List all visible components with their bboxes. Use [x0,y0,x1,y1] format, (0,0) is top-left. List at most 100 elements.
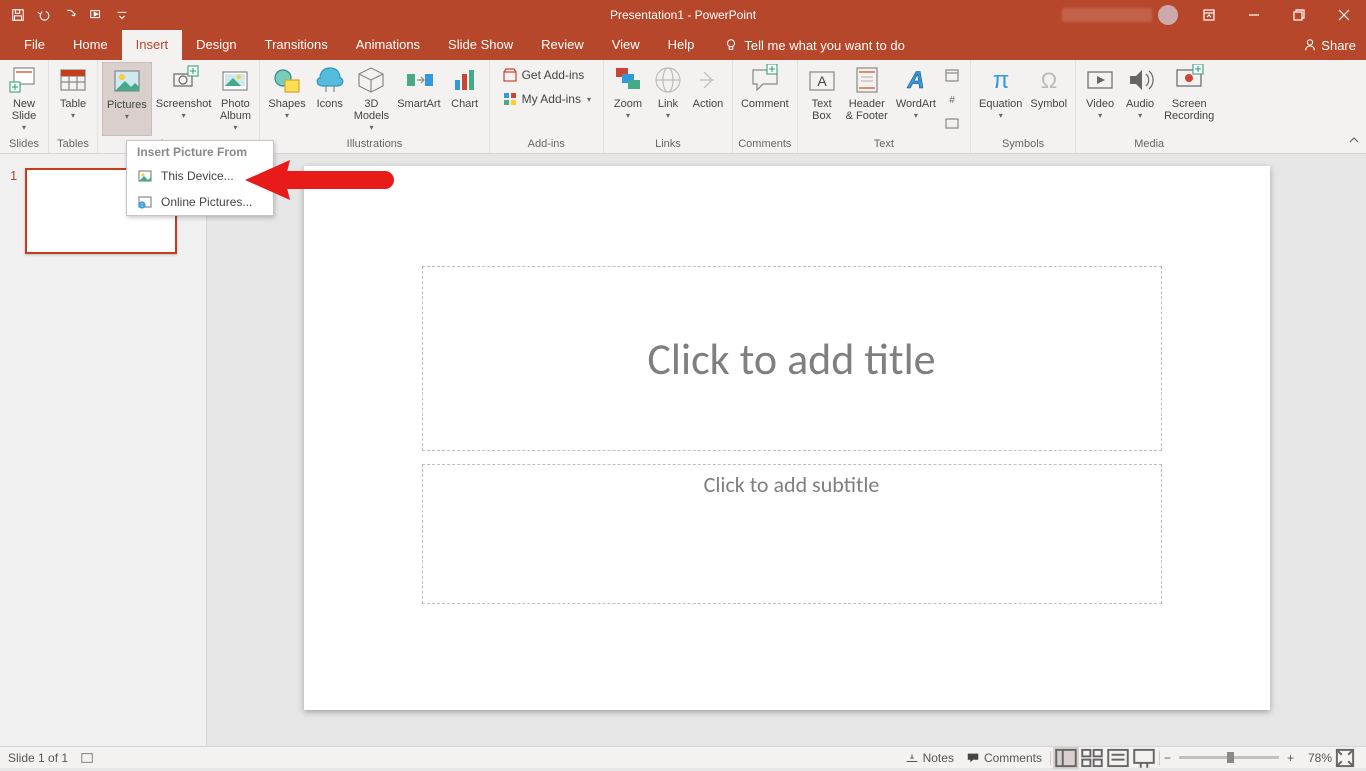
tab-transitions[interactable]: Transitions [251,30,342,60]
device-picture-icon [137,168,153,184]
picture-icon [111,65,143,97]
video-icon [1084,64,1116,96]
maximize-button[interactable] [1276,0,1321,30]
header-footer-button[interactable]: Header & Footer [842,62,892,136]
tab-slideshow[interactable]: Slide Show [434,30,527,60]
date-time-button[interactable] [944,64,962,86]
new-slide-button[interactable]: New Slide ▾ [4,62,44,136]
account-area[interactable] [1062,0,1186,30]
notes-button[interactable]: Notes [899,747,960,768]
person-icon [1303,38,1317,52]
chart-button[interactable]: Chart [445,62,485,136]
audio-button[interactable]: Audio ▾ [1120,62,1160,136]
group-links: Zoom ▾ Link ▾ Action Links [604,60,733,153]
title-placeholder[interactable]: Click to add title [422,266,1162,451]
redo-button[interactable] [58,3,82,27]
video-button[interactable]: Video ▾ [1080,62,1120,136]
notes-icon [905,751,919,765]
quick-access-toolbar [0,3,134,27]
group-label-illustrations: Illustrations [264,137,484,153]
shapes-button[interactable]: Shapes ▾ [264,62,309,136]
my-addins-button[interactable]: My Add-ins ▾ [498,88,595,110]
comment-button[interactable]: Comment [737,62,793,136]
share-button[interactable]: Share [1303,30,1356,60]
date-icon [944,67,960,83]
group-label-slides: Slides [4,137,44,153]
symbol-button[interactable]: Ω Symbol [1026,62,1071,136]
group-comments: Comment Comments [733,60,798,153]
qat-customize-button[interactable] [110,3,134,27]
photo-album-icon [219,64,251,96]
pictures-button[interactable]: Pictures ▾ [102,62,152,136]
screenshot-button[interactable]: Screenshot ▾ [152,62,216,136]
close-button[interactable] [1321,0,1366,30]
table-button[interactable]: Table ▾ [53,62,93,136]
tell-me-label: Tell me what you want to do [744,38,904,53]
undo-button[interactable] [32,3,56,27]
cube-icon [355,64,387,96]
group-label-comments: Comments [737,137,793,153]
text-box-button[interactable]: A Text Box [802,62,842,136]
comments-icon [966,751,980,765]
minimize-button[interactable] [1231,0,1276,30]
subtitle-placeholder[interactable]: Click to add subtitle [422,464,1162,604]
3d-models-button[interactable]: 3D Models ▾ [350,62,393,136]
audio-icon [1124,64,1156,96]
action-button[interactable]: Action [688,62,728,136]
slide-number-button[interactable]: # [944,88,962,110]
tab-review[interactable]: Review [527,30,598,60]
action-icon [692,64,724,96]
zoom-out-button[interactable]: − [1162,747,1173,768]
smartart-button[interactable]: SmartArt [393,62,444,136]
window-title: Presentation1 - PowerPoint [610,8,756,22]
collapse-ribbon-button[interactable] [1348,134,1360,149]
tab-animations[interactable]: Animations [342,30,434,60]
svg-text:π: π [992,67,1009,94]
spellcheck-icon[interactable] [80,751,94,765]
slide-thumbnails-pane[interactable]: 1 [0,154,207,746]
object-button[interactable] [944,112,962,134]
group-label-links: Links [608,137,728,153]
fit-to-window-button[interactable] [1332,747,1358,769]
zoom-button[interactable]: Zoom ▾ [608,62,648,136]
photo-album-button[interactable]: Photo Album ▾ [215,62,255,136]
get-addins-button[interactable]: Get Add-ins [498,64,595,86]
save-button[interactable] [6,3,30,27]
screen-recording-button[interactable]: Screen Recording [1160,62,1218,136]
zoom-in-button[interactable]: + [1285,747,1296,768]
ribbon-tabs: File Home Insert Design Transitions Anim… [0,30,1366,60]
zoom-level[interactable]: 78% [1296,751,1332,765]
group-symbols: π Equation ▾ Ω Symbol Symbols [971,60,1076,153]
equation-button[interactable]: π Equation ▾ [975,62,1026,136]
comments-button[interactable]: Comments [960,747,1048,768]
icons-icon [314,64,346,96]
icons-button[interactable]: Icons [310,62,350,136]
wordart-button[interactable]: A WordArt ▾ [892,62,940,136]
link-button[interactable]: Link ▾ [648,62,688,136]
tab-help[interactable]: Help [654,30,709,60]
tab-design[interactable]: Design [182,30,250,60]
ribbon-display-options-button[interactable] [1186,0,1231,30]
tab-file[interactable]: File [10,30,59,60]
zoom-slider[interactable] [1179,756,1279,759]
normal-view-button[interactable] [1053,747,1079,769]
tab-insert[interactable]: Insert [122,30,183,60]
tell-me-search[interactable]: Tell me what you want to do [714,30,914,60]
reading-view-button[interactable] [1105,747,1131,769]
group-illustrations: Shapes ▾ Icons 3D Models ▾ SmartArt Char… [260,60,489,153]
tab-home[interactable]: Home [59,30,122,60]
slide-canvas-area[interactable]: Click to add title Click to add subtitle [207,154,1366,746]
header-footer-icon [851,64,883,96]
equation-icon: π [985,64,1017,96]
tab-view[interactable]: View [598,30,654,60]
group-slides: New Slide ▾ Slides [0,60,49,153]
slide: Click to add title Click to add subtitle [304,166,1270,710]
zoom-icon [612,64,644,96]
slideshow-view-button[interactable] [1131,747,1157,769]
new-slide-icon [8,64,40,96]
start-from-beginning-button[interactable] [84,3,108,27]
slide-sorter-button[interactable] [1079,747,1105,769]
group-addins: Get Add-ins My Add-ins ▾ Add-ins [490,60,604,153]
store-icon [502,67,518,83]
slide-counter: Slide 1 of 1 [8,751,68,765]
